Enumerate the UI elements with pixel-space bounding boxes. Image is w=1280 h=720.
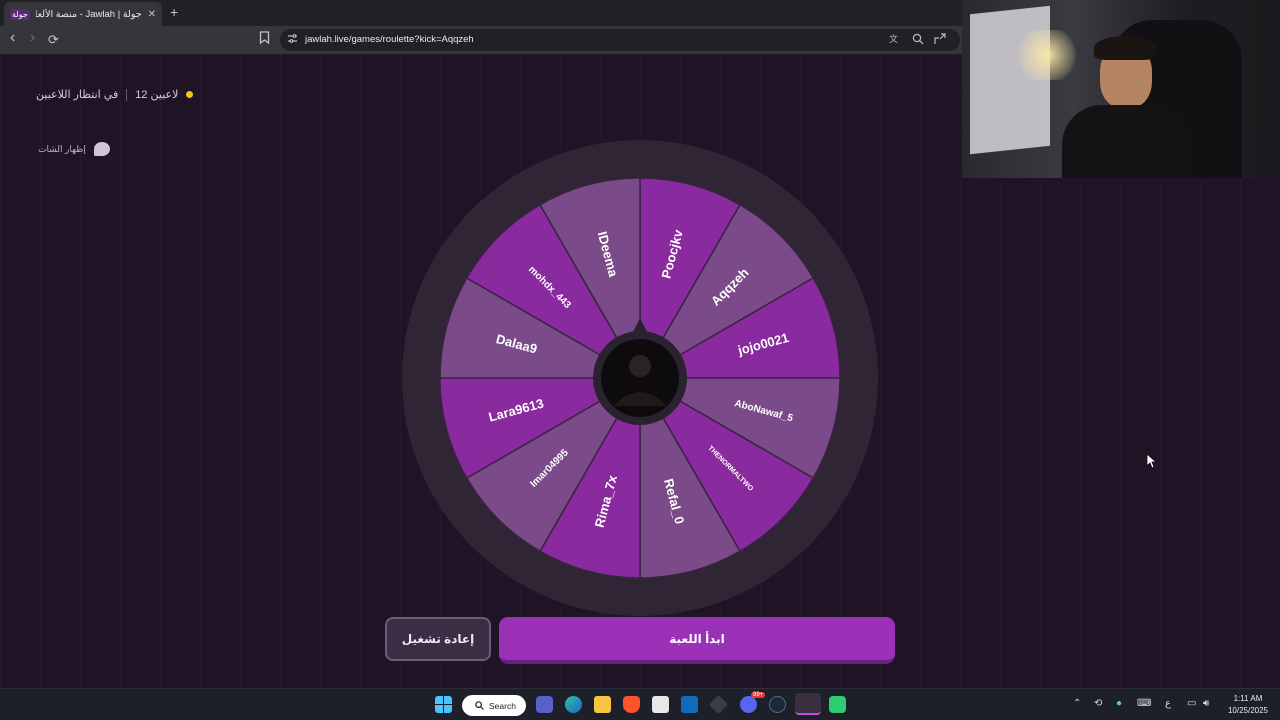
show-chat-button[interactable]: إظهار الشات (38, 142, 110, 156)
webcam-person-body (1062, 105, 1192, 178)
clock-time: 1:11 AM (1233, 694, 1263, 703)
file-explorer-icon[interactable] (594, 696, 611, 713)
new-tab-button[interactable]: + (170, 4, 178, 20)
zoom-icon[interactable] (912, 33, 924, 48)
svg-text:文: 文 (889, 33, 898, 45)
status-divider (126, 88, 128, 101)
waiting-label: في انتظار اللاعبين (36, 89, 119, 101)
tray-chevron-icon[interactable]: ⌃ (1073, 698, 1081, 709)
windows-start-icon[interactable] (435, 696, 452, 713)
status-dot (186, 91, 194, 98)
avatar-head (629, 355, 651, 377)
discord-badge: 99+ (751, 692, 766, 698)
edge-icon[interactable] (565, 696, 582, 713)
keyboard-icon[interactable]: ⌨ (1137, 698, 1151, 709)
browser-tab[interactable]: جولة جولة | Jawlah - منصة الألعاب التفاع… (4, 2, 162, 26)
outlook-icon[interactable] (681, 696, 698, 713)
address-bar[interactable]: jawlah.live/games/roulette?kick=Aqqzeh 文 (280, 29, 960, 51)
players-status: في انتظار اللاعبين 12 لاعبين (36, 88, 194, 101)
search-icon (475, 701, 484, 710)
webcam-person-hair (1094, 36, 1156, 60)
restart-button[interactable]: إعادة تشغيل (385, 617, 491, 661)
tab-favicon: جولة (10, 8, 30, 20)
bookmark-icon[interactable] (259, 31, 270, 48)
back-icon[interactable]: ‹ (10, 30, 15, 46)
reload-icon[interactable]: ⟳ (48, 32, 59, 48)
volume-icon[interactable]: 🔊︎ (1203, 698, 1209, 709)
settings-icon[interactable] (708, 694, 729, 715)
kick-app-icon[interactable] (829, 696, 846, 713)
store-icon[interactable] (652, 696, 669, 713)
chat-bubble-icon (93, 142, 110, 156)
discord-icon[interactable] (740, 696, 757, 713)
mouse-cursor (1147, 454, 1157, 469)
translate-icon[interactable]: 文 (889, 33, 901, 48)
taskbar-clock[interactable]: 1:11 AM 10/25/2025 (1221, 693, 1275, 717)
language-indicator[interactable]: ع (1165, 698, 1171, 709)
share-icon[interactable] (934, 33, 946, 48)
screen: جولة جولة | Jawlah - منصة الألعاب التفاع… (0, 0, 1280, 720)
windows-taskbar: Search 99+ ⌃ ⟲ ● ⌨ ع ▭ 🔊︎ 1:11 AM 10/25/… (0, 688, 1280, 720)
url-text: jawlah.live/games/roulette?kick=Aqqzeh (305, 34, 474, 45)
browser-tab-strip: جولة جولة | Jawlah - منصة الألعاب التفاع… (0, 0, 962, 26)
tab-title: جولة | Jawlah - منصة الألعاب التفاعلية (36, 8, 142, 20)
microphone-icon[interactable]: ● (1116, 698, 1122, 709)
steam-icon[interactable] (769, 696, 786, 713)
teams-icon[interactable] (536, 696, 553, 713)
clock-date: 10/25/2025 (1227, 706, 1269, 715)
sync-icon[interactable]: ⟲ (1094, 698, 1102, 709)
brave-icon[interactable] (623, 696, 640, 713)
forward-icon[interactable]: › (30, 30, 35, 46)
search-label: Search (489, 700, 516, 711)
player-count: 12 لاعبين (135, 89, 179, 101)
network-icon[interactable]: ▭ (1187, 698, 1196, 709)
webcam-lights (1012, 30, 1082, 80)
roulette-wheel[interactable]: PoocjkvAqqzehjojo0021AboNawaf_5THENORMAL… (400, 138, 880, 618)
site-settings-icon[interactable] (287, 33, 298, 47)
close-icon[interactable]: ✕ (148, 9, 156, 20)
taskbar-search[interactable]: Search (462, 695, 526, 716)
start-game-button[interactable]: ابدأ اللعبة (499, 617, 895, 664)
webcam-overlay (962, 0, 1280, 178)
show-chat-label: إظهار الشات (38, 143, 86, 154)
browser-toolbar: ‹ › ⟳ jawlah.live/games/roulette?kick=Aq… (0, 26, 962, 54)
active-app-icon[interactable] (795, 693, 821, 715)
